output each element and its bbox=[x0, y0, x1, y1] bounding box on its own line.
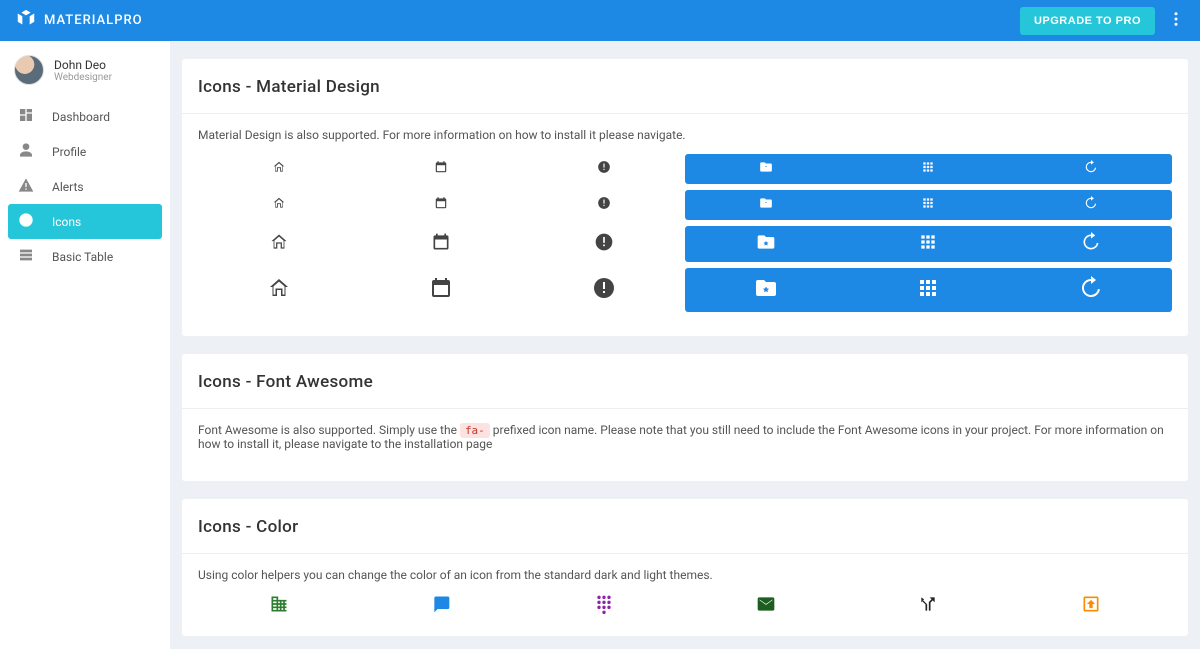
icon-row-dark bbox=[685, 226, 1172, 262]
brand-name: MATERIALPRO bbox=[44, 13, 143, 28]
main-content: Icons - Material Design Material Design … bbox=[170, 41, 1200, 649]
card-title: Icons - Material Design bbox=[182, 59, 1188, 114]
rotate-icon bbox=[1010, 160, 1172, 178]
sidebar-item-label: Profile bbox=[52, 145, 86, 159]
rotate-icon bbox=[1010, 276, 1172, 304]
folder-star-icon bbox=[685, 276, 847, 304]
calendar-icon bbox=[360, 276, 522, 304]
table-icon bbox=[18, 247, 34, 266]
folder-icon bbox=[685, 196, 847, 214]
brand-logo[interactable]: MATERIALPRO bbox=[15, 8, 143, 34]
face-icon bbox=[18, 212, 34, 231]
sidebar-item-profile[interactable]: Profile bbox=[8, 134, 162, 169]
sidebar-item-dashboard[interactable]: Dashboard bbox=[8, 99, 162, 134]
apps-icon bbox=[847, 276, 1009, 304]
error-icon bbox=[523, 196, 685, 214]
dialpad-icon bbox=[523, 594, 685, 618]
calendar-icon bbox=[360, 160, 522, 178]
error-icon bbox=[523, 276, 685, 304]
icon-row-dark bbox=[685, 190, 1172, 220]
dashboard-icon bbox=[18, 107, 34, 126]
logo-icon bbox=[15, 8, 37, 34]
user-role: Webdesigner bbox=[54, 72, 112, 83]
call-split-icon bbox=[847, 594, 1009, 618]
sidebar-item-label: Dashboard bbox=[52, 110, 110, 124]
sidebar: Dohn Deo Webdesigner Dashboard Profile A… bbox=[0, 41, 170, 649]
error-icon bbox=[523, 232, 685, 256]
more-icon[interactable] bbox=[1167, 10, 1185, 32]
domain-icon bbox=[198, 594, 360, 618]
fa-text-before: Font Awesome is also supported. Simply u… bbox=[198, 423, 460, 437]
alert-icon bbox=[18, 177, 34, 196]
sidebar-item-label: Alerts bbox=[52, 180, 84, 194]
folder-icon bbox=[685, 160, 847, 178]
calendar-icon bbox=[360, 232, 522, 256]
sidebar-item-label: Basic Table bbox=[52, 250, 113, 264]
code-fa-prefix: fa- bbox=[460, 423, 490, 438]
card-text: Font Awesome is also supported. Simply u… bbox=[198, 423, 1172, 451]
icon-row-dark bbox=[685, 268, 1172, 312]
home-icon bbox=[198, 276, 360, 304]
user-name: Dohn Deo bbox=[54, 58, 112, 72]
upgrade-button[interactable]: UPGRADE TO PRO bbox=[1020, 7, 1155, 35]
user-block[interactable]: Dohn Deo Webdesigner bbox=[8, 55, 162, 99]
sidebar-item-label: Icons bbox=[52, 215, 81, 229]
message-icon bbox=[360, 594, 522, 618]
card-icons-color: Icons - Color Using color helpers you ca… bbox=[182, 499, 1188, 636]
avatar bbox=[14, 55, 44, 85]
error-icon bbox=[523, 160, 685, 178]
calendar-icon bbox=[360, 196, 522, 214]
card-title: Icons - Font Awesome bbox=[182, 354, 1188, 409]
card-font-awesome: Icons - Font Awesome Font Awesome is als… bbox=[182, 354, 1188, 481]
present-to-all-icon bbox=[1010, 594, 1172, 618]
apps-icon bbox=[847, 232, 1009, 256]
home-icon bbox=[198, 196, 360, 214]
email-icon bbox=[685, 594, 847, 618]
sidebar-item-basic-table[interactable]: Basic Table bbox=[8, 239, 162, 274]
card-text: Material Design is also supported. For m… bbox=[198, 128, 1172, 142]
home-icon bbox=[198, 160, 360, 178]
profile-icon bbox=[18, 142, 34, 161]
rotate-icon bbox=[1010, 232, 1172, 256]
card-text: Using color helpers you can change the c… bbox=[198, 568, 1172, 582]
sidebar-item-alerts[interactable]: Alerts bbox=[8, 169, 162, 204]
rotate-icon bbox=[1010, 196, 1172, 214]
folder-star-icon bbox=[685, 232, 847, 256]
card-material-design: Icons - Material Design Material Design … bbox=[182, 59, 1188, 336]
home-icon bbox=[198, 232, 360, 256]
apps-icon bbox=[847, 160, 1009, 178]
card-title: Icons - Color bbox=[182, 499, 1188, 554]
sidebar-item-icons[interactable]: Icons bbox=[8, 204, 162, 239]
apps-icon bbox=[847, 196, 1009, 214]
icon-row-dark bbox=[685, 154, 1172, 184]
